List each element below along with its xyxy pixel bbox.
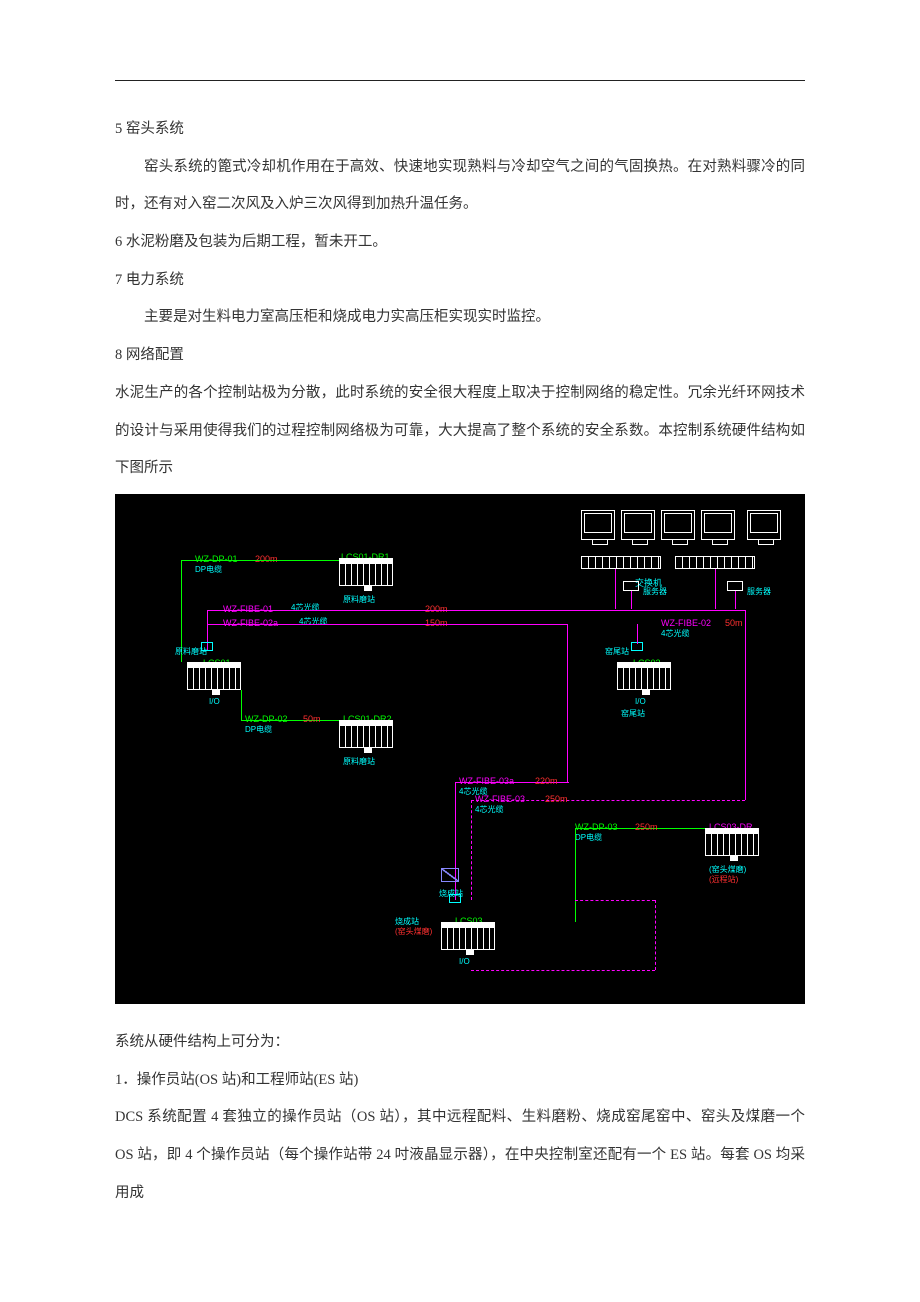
network-topology-diagram: 交换机 服务器 服务器 WZ-DP-01 200m DP电缆 LCS01-DR1… — [115, 494, 805, 1004]
page-top-rule — [115, 80, 805, 81]
label-kiln-head: (窑头煤磨) — [395, 922, 432, 943]
post-diagram-p2: 1．操作员站(OS 站)和工程师站(ES 站) — [115, 1062, 805, 1100]
rack-lcs01 — [187, 662, 241, 690]
section-7-heading: 7 电力系统 — [115, 262, 805, 300]
label-dp-cable: DP电缆 — [195, 560, 222, 581]
section-6-heading: 6 水泥粉磨及包装为后期工程，暂未开工。 — [115, 224, 805, 262]
section-5-heading: 5 窑头系统 — [115, 111, 805, 149]
label-remote: (远程站) — [709, 870, 738, 891]
switch-icon — [581, 556, 661, 569]
rack-lcs02 — [617, 662, 671, 690]
rack-lcs03 — [441, 922, 495, 950]
monitor-icon — [747, 510, 781, 540]
label-kiln-back: 窑尾站 — [605, 642, 629, 663]
label-fibe03-note: 4芯光缆 — [475, 800, 503, 821]
monitor-icon — [581, 510, 615, 540]
label-fibe02-note: 4芯光缆 — [661, 624, 689, 645]
monitor-icon — [661, 510, 695, 540]
label-dp-cable: DP电缆 — [575, 828, 602, 849]
converter-icon — [441, 868, 459, 882]
label-fibe02a-note: 4芯光缆 — [299, 612, 327, 633]
monitor-icon — [701, 510, 735, 540]
server-icon — [727, 581, 743, 591]
rack-icon — [339, 720, 393, 748]
monitor-icon — [621, 510, 655, 540]
label-raw-mill: 原料磨站 — [343, 590, 375, 611]
section-8-body: 水泥生产的各个控制站极为分散，此时系统的安全很大程度上取决于控制网络的稳定性。冗… — [115, 375, 805, 488]
server-label: 服务器 — [747, 582, 771, 603]
rack-icon — [339, 558, 393, 586]
label-dp02-len: 50m — [303, 708, 321, 731]
node-icon — [449, 894, 461, 903]
server-label: 服务器 — [643, 582, 667, 603]
post-diagram-p3: DCS 系统配置 4 套独立的操作员站（OS 站），其中远程配料、生料磨粉、烧成… — [115, 1099, 805, 1212]
section-5-body: 窑头系统的篦式冷却机作用在于高效、快速地实现熟料与冷却空气之间的气固换热。在对熟… — [115, 149, 805, 224]
label-dp03-len: 250m — [635, 816, 658, 839]
label-fibe03-len: 250m — [545, 788, 568, 811]
label-fibe02-len: 50m — [725, 612, 743, 635]
label-io: I/O — [209, 692, 220, 713]
rack-icon — [705, 828, 759, 856]
server-icon — [623, 581, 639, 591]
section-8-heading: 8 网络配置 — [115, 337, 805, 375]
label-dp-cable: DP电缆 — [245, 720, 272, 741]
label-kiln-back: 窑尾站 — [621, 704, 645, 725]
post-diagram-p1: 系统从硬件结构上可分为： — [115, 1024, 805, 1062]
switch-icon — [675, 556, 755, 569]
section-7-body: 主要是对生料电力室高压柜和烧成电力实高压柜实现实时监控。 — [115, 299, 805, 337]
label-raw-mill: 原料磨站 — [343, 752, 375, 773]
label-io: I/O — [459, 952, 470, 973]
